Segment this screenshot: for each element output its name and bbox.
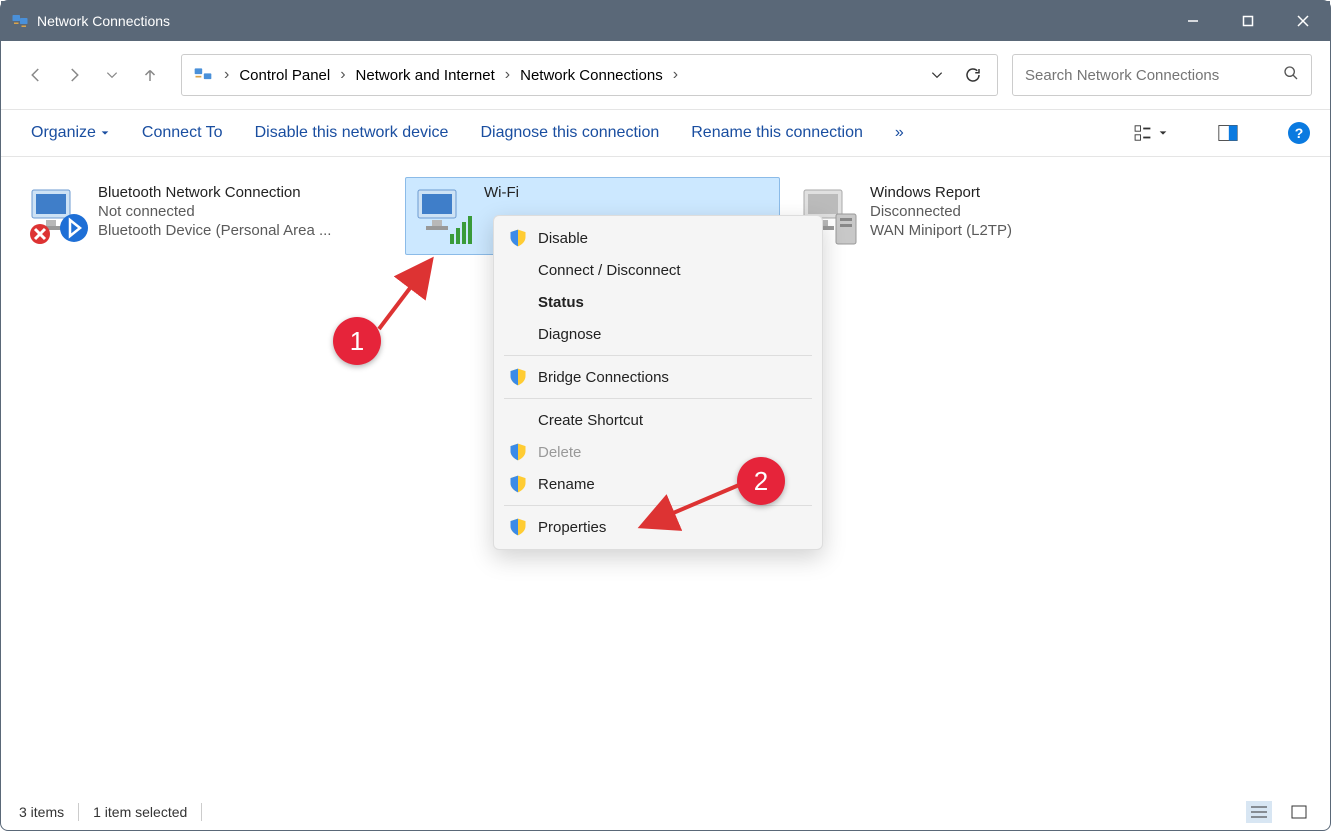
title-bar: Network Connections <box>1 1 1330 41</box>
shield-icon <box>508 517 528 537</box>
help-button[interactable]: ? <box>1288 122 1310 144</box>
up-button[interactable] <box>133 58 167 92</box>
help-icon: ? <box>1288 122 1310 144</box>
connection-device: Bluetooth Device (Personal Area ... <box>98 222 331 239</box>
window-controls <box>1165 1 1330 41</box>
window-title: Network Connections <box>37 13 1165 29</box>
breadcrumb-chevron-icon[interactable]: › <box>218 66 235 84</box>
connection-name: Wi-Fi <box>484 184 519 201</box>
location-icon <box>192 65 214 85</box>
connect-to-button[interactable]: Connect To <box>142 124 223 142</box>
breadcrumb-chevron-icon[interactable]: › <box>667 66 684 84</box>
ctx-connect-disconnect[interactable]: Connect / Disconnect <box>494 254 822 286</box>
address-bar[interactable]: › Control Panel › Network and Internet ›… <box>181 54 998 96</box>
command-bar: Organize Connect To Disable this network… <box>1 109 1330 157</box>
connection-bluetooth[interactable]: Bluetooth Network Connection Not connect… <box>19 177 394 255</box>
connection-status: Not connected <box>98 203 331 220</box>
connection-name: Windows Report <box>870 184 1012 201</box>
status-item-count: 3 items <box>19 804 64 820</box>
overflow-button[interactable]: » <box>895 124 904 142</box>
annotation-step-2: 2 <box>737 457 785 505</box>
shield-icon <box>508 442 528 462</box>
disable-device-button[interactable]: Disable this network device <box>255 124 449 142</box>
breadcrumb-control-panel[interactable]: Control Panel <box>235 63 334 88</box>
maximize-button[interactable] <box>1220 1 1275 41</box>
address-dropdown-button[interactable] <box>919 68 955 82</box>
organize-menu[interactable]: Organize <box>31 124 110 142</box>
ctx-properties[interactable]: Properties <box>494 511 822 543</box>
shield-icon <box>508 228 528 248</box>
breadcrumb-chevron-icon[interactable]: › <box>499 66 516 84</box>
ctx-separator <box>504 355 812 356</box>
ctx-status[interactable]: Status <box>494 286 822 318</box>
rename-connection-button[interactable]: Rename this connection <box>691 124 863 142</box>
network-connections-icon <box>11 12 29 30</box>
search-icon[interactable] <box>1283 65 1299 86</box>
content-area: Bluetooth Network Connection Not connect… <box>1 169 1330 794</box>
bluetooth-adapter-icon <box>26 184 90 248</box>
status-bar: 3 items 1 item selected <box>1 794 1330 830</box>
shield-icon <box>508 367 528 387</box>
close-button[interactable] <box>1275 1 1330 41</box>
breadcrumb-chevron-icon[interactable]: › <box>334 66 351 84</box>
ctx-create-shortcut[interactable]: Create Shortcut <box>494 404 822 436</box>
diagnose-connection-button[interactable]: Diagnose this connection <box>480 124 659 142</box>
wifi-adapter-icon <box>412 184 476 248</box>
large-icons-view-button[interactable] <box>1286 801 1312 823</box>
ctx-separator <box>504 505 812 506</box>
breadcrumb-network-connections[interactable]: Network Connections <box>516 63 667 88</box>
status-selected-count: 1 item selected <box>93 804 187 820</box>
forward-button[interactable] <box>57 58 91 92</box>
ctx-bridge-connections[interactable]: Bridge Connections <box>494 361 822 393</box>
details-view-button[interactable] <box>1246 801 1272 823</box>
ctx-separator <box>504 398 812 399</box>
recent-locations-button[interactable] <box>95 58 129 92</box>
back-button[interactable] <box>19 58 53 92</box>
search-input[interactable] <box>1025 67 1283 84</box>
status-separator <box>201 803 202 821</box>
ctx-disable[interactable]: Disable <box>494 222 822 254</box>
ctx-diagnose[interactable]: Diagnose <box>494 318 822 350</box>
view-options-button[interactable] <box>1134 124 1168 142</box>
status-separator <box>78 803 79 821</box>
connection-windows-report[interactable]: Windows Report Disconnected WAN Miniport… <box>791 177 1166 255</box>
nav-bar: › Control Panel › Network and Internet ›… <box>1 41 1330 109</box>
breadcrumb-network-and-internet[interactable]: Network and Internet <box>352 63 499 88</box>
search-box[interactable] <box>1012 54 1312 96</box>
minimize-button[interactable] <box>1165 1 1220 41</box>
connection-device: WAN Miniport (L2TP) <box>870 222 1012 239</box>
preview-pane-button[interactable] <box>1218 124 1238 142</box>
shield-icon <box>508 474 528 494</box>
connection-name: Bluetooth Network Connection <box>98 184 331 201</box>
refresh-button[interactable] <box>955 66 991 84</box>
annotation-arrow-1 <box>373 249 443 335</box>
connection-status: Disconnected <box>870 203 1012 220</box>
annotation-step-1: 1 <box>333 317 381 365</box>
